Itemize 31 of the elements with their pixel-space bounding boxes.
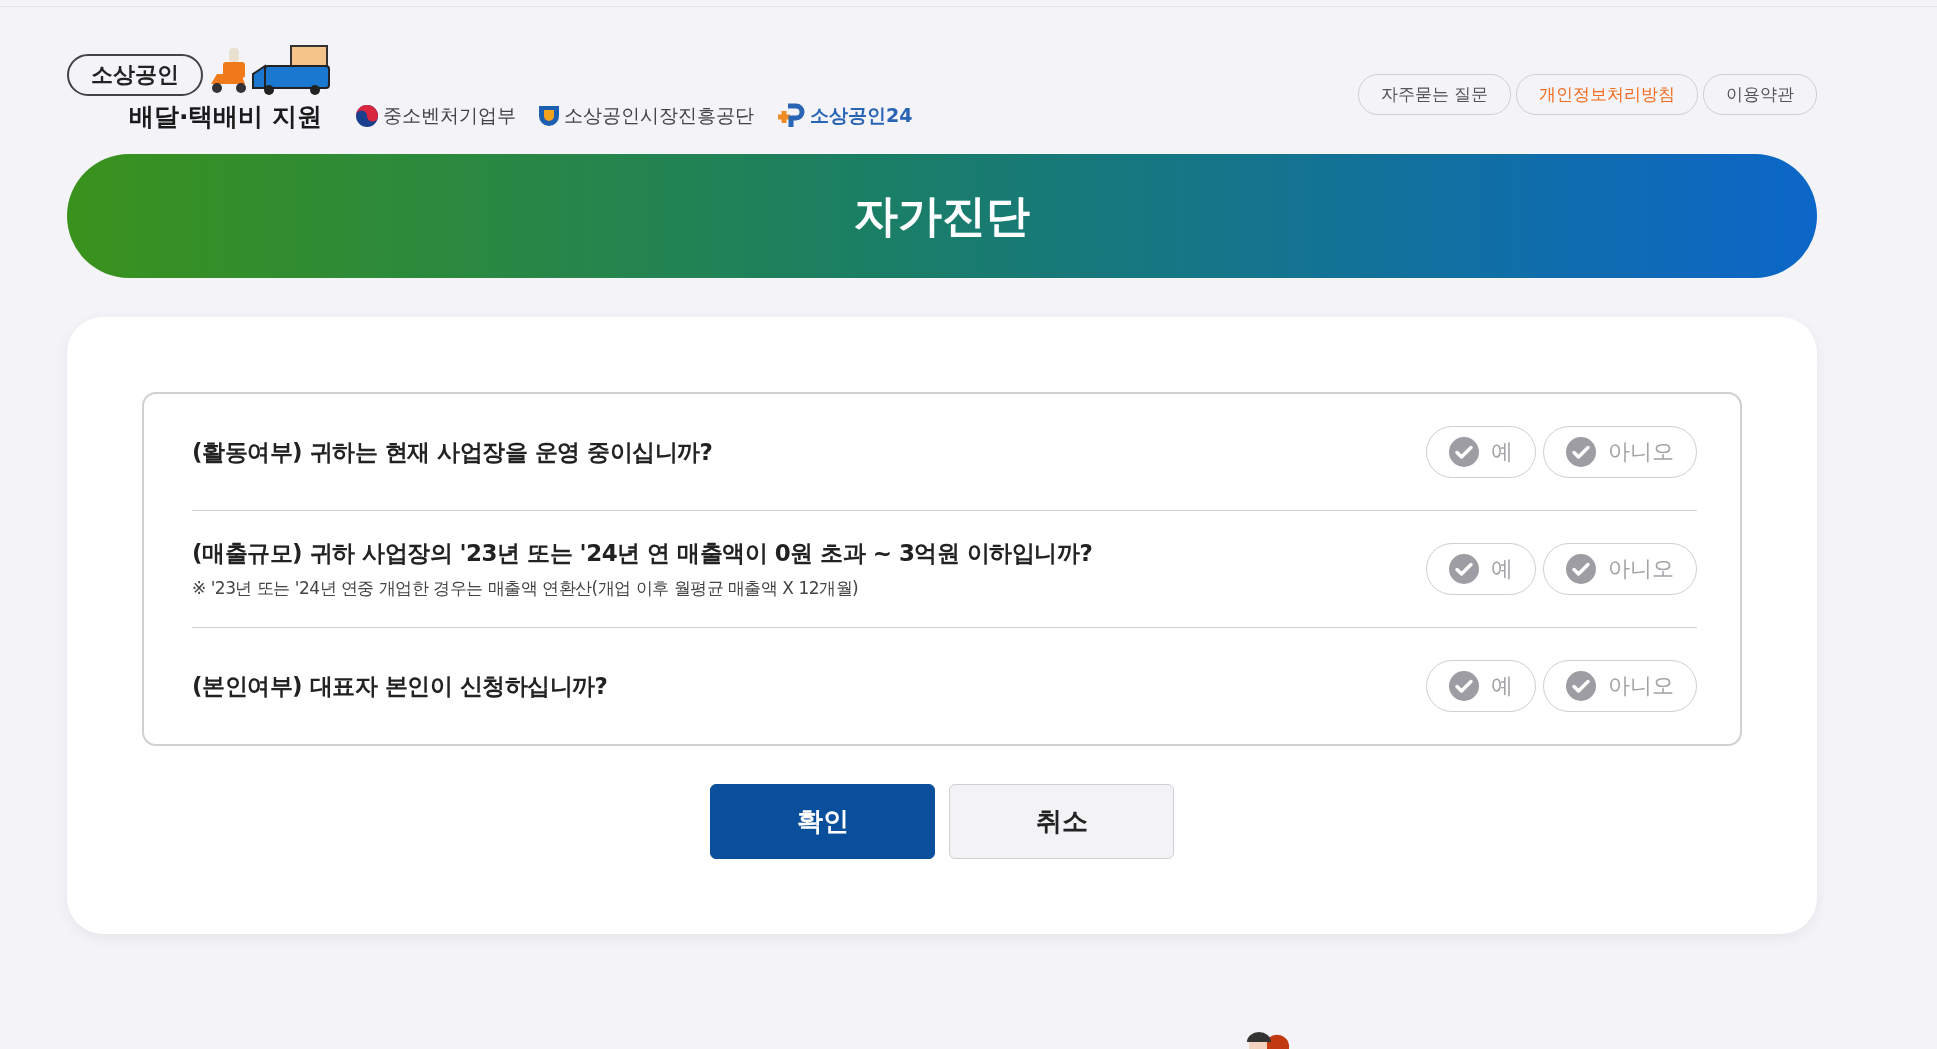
plus-icon [776, 103, 806, 129]
question-text: (본인여부) 대표자 본인이 신청하십니까? [192, 671, 608, 701]
partner-name: 소상공인시장진흥공단 [564, 103, 754, 128]
header-link[interactable]: 개인정보처리방침 [1516, 74, 1698, 115]
answer-option[interactable]: 아니오 [1543, 543, 1697, 595]
header-link[interactable]: 이용약관 [1703, 74, 1817, 115]
logo-text: 소상공인 [67, 54, 203, 96]
answer-option[interactable]: 예 [1426, 426, 1536, 478]
answer-option[interactable]: 예 [1426, 543, 1536, 595]
answer-option[interactable]: 예 [1426, 660, 1536, 712]
emblem-icon [538, 104, 560, 128]
partner-name: 중소벤처기업부 [383, 103, 516, 128]
check-icon [1566, 671, 1596, 701]
question-text: (활동여부) 귀하는 현재 사업장을 운영 중이십니까? [192, 437, 713, 467]
answer-option[interactable]: 아니오 [1543, 426, 1697, 478]
confirm-button[interactable]: 확인 [710, 784, 935, 859]
check-icon [1449, 554, 1479, 584]
page-title: 자가진단 [854, 188, 1030, 243]
emblem-icon [355, 104, 379, 128]
check-icon [1449, 437, 1479, 467]
question-note: ※ '23년 또는 '24년 연중 개업한 경우는 매출액 연환산(개업 이후 월평균 매출액 X 12개월) [192, 577, 860, 600]
answer-option[interactable]: 아니오 [1543, 660, 1697, 712]
partner-name: 소상공인24 [810, 103, 913, 128]
header-link[interactable]: 자주묻는 질문 [1357, 74, 1511, 115]
cancel-button[interactable]: 취소 [949, 784, 1174, 859]
check-icon [1566, 554, 1596, 584]
question-text: (매출규모) 귀하 사업장의 '23년 또는 '24년 연 매출액이 0원 초과 ~ 3억원 이하입니까? [192, 539, 1093, 568]
logo-text: 배달·택배비 지원 [129, 101, 323, 133]
check-icon [1566, 437, 1596, 467]
character-drawing [1245, 1030, 1289, 1049]
check-icon [1449, 671, 1479, 701]
